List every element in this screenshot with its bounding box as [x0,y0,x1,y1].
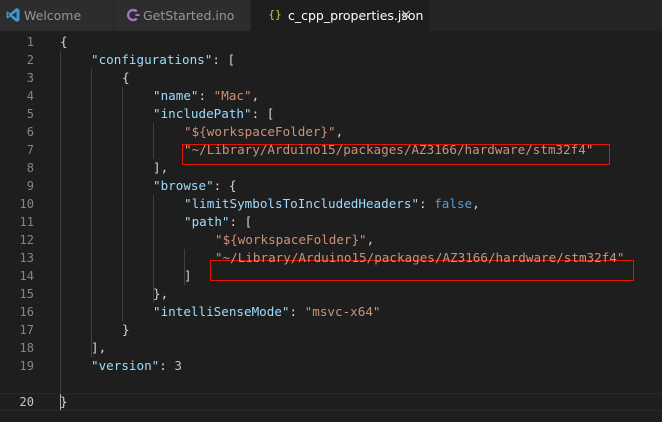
tab-c-cpp-properties-json[interactable]: {} c_cpp_properties.json × [251,0,429,31]
line-number: 17 [19,323,34,337]
code-line: "limitSymbolsToIncludedHeaders": false, [184,195,480,213]
code-editor[interactable]: 1 2 3 4 5 6 7 8 9 10 11 12 13 14 15 16 1… [0,31,662,422]
line-number: 6 [26,125,34,139]
code-line: }, [153,285,168,303]
json-key: "name" [153,88,199,103]
code-line: "name": "Mac", [153,87,259,105]
code-line: "~/Library/Arduino15/packages/AZ3166/har… [184,141,593,159]
brace: } [60,394,68,409]
json-key: "path" [184,214,230,229]
code-line: } [60,393,68,411]
indent-guide [122,87,123,321]
line-number: 19 [19,359,34,373]
tab-getstarted-ino[interactable]: GetStarted.ino [114,0,250,31]
json-braces-icon: {} [268,8,282,21]
json-number: 3 [174,358,183,373]
punctuation: : [289,304,305,319]
indent-guide [91,69,92,357]
punctuation: ], [153,160,169,175]
punctuation: }, [153,286,169,301]
json-string: "msvc-x64" [304,304,381,319]
indent-guide [153,123,154,159]
json-key: "browse" [153,178,214,193]
line-number: 5 [26,107,34,121]
punctuation: ], [91,340,107,355]
close-icon[interactable]: × [398,7,414,23]
brace: { [60,34,68,49]
arduino-file-icon [126,7,140,23]
json-string: "~/Library/Arduino15/packages/AZ3166/har… [184,142,594,157]
json-boolean: false [434,196,473,211]
line-number: 10 [19,197,34,211]
code-line: "includePath": [ [153,105,274,123]
line-number: 1 [26,35,34,49]
code-area[interactable]: { "configurations": [ { "name": "Mac", "… [60,31,660,422]
line-number: 11 [19,215,34,229]
text-cursor [60,394,61,410]
brace: { [122,70,130,85]
code-line: "version": 3 [91,357,182,375]
code-line: "browse": { [153,177,236,195]
code-line: ], [153,159,168,177]
punctuation: } [122,322,130,337]
punctuation: : [419,196,435,211]
code-line: ], [91,339,106,357]
json-key: "includePath" [153,106,252,121]
json-key: "limitSymbolsToIncludedHeaders" [184,196,420,211]
line-number: 16 [19,305,34,319]
code-line: "intelliSenseMode": "msvc-x64" [153,303,380,321]
editor-tab-bar: Welcome GetStarted.ino {} c_cpp_properti… [0,0,662,31]
json-string: "${workspaceFolder}" [184,124,336,139]
line-number: 7 [26,143,34,157]
line-number: 3 [26,71,34,85]
line-number: 4 [26,89,34,103]
punctuation: , [472,196,480,211]
punctuation: : [ [229,214,253,229]
line-number: 15 [19,287,34,301]
code-line: "~/Library/Arduino15/packages/AZ3166/har… [215,249,624,267]
indent-guide [60,51,61,393]
line-number: 9 [26,179,34,193]
json-string: "${workspaceFolder}" [215,232,367,247]
code-line: ] [184,267,192,285]
code-line: } [122,321,130,339]
punctuation: ] [184,268,192,283]
line-number: 14 [19,269,34,283]
json-string: "Mac" [213,88,252,103]
code-line: "${workspaceFolder}", [215,231,374,249]
punctuation: , [335,124,344,139]
vscode-icon [6,7,20,23]
punctuation: : [159,358,175,373]
code-line: { [60,33,68,51]
line-number-gutter: 1 2 3 4 5 6 7 8 9 10 11 12 13 14 15 16 1… [0,31,48,422]
punctuation: : [ [212,52,236,67]
punctuation: : [198,88,214,103]
line-number: 2 [26,53,34,67]
json-key: "version" [91,358,160,373]
json-string: "~/Library/Arduino15/packages/AZ3166/har… [215,250,625,265]
line-number: 13 [19,251,34,265]
json-key: "intelliSenseMode" [153,304,290,319]
punctuation: : [ [251,106,275,121]
line-number: 8 [26,161,34,175]
punctuation: , [366,232,375,247]
line-number: 12 [19,233,34,247]
line-number: 20 [19,395,34,409]
punctuation: , [251,88,260,103]
tab-label: Welcome [24,8,82,23]
code-line: "path": [ [184,213,252,231]
line-number: 18 [19,341,34,355]
code-line: { [122,69,130,87]
tab-welcome[interactable]: Welcome [0,0,113,31]
punctuation: : { [213,178,237,193]
tab-label: GetStarted.ino [143,8,235,23]
json-key: "configurations" [91,52,213,67]
code-line: "${workspaceFolder}", [184,123,343,141]
code-line: "configurations": [ [91,51,235,69]
